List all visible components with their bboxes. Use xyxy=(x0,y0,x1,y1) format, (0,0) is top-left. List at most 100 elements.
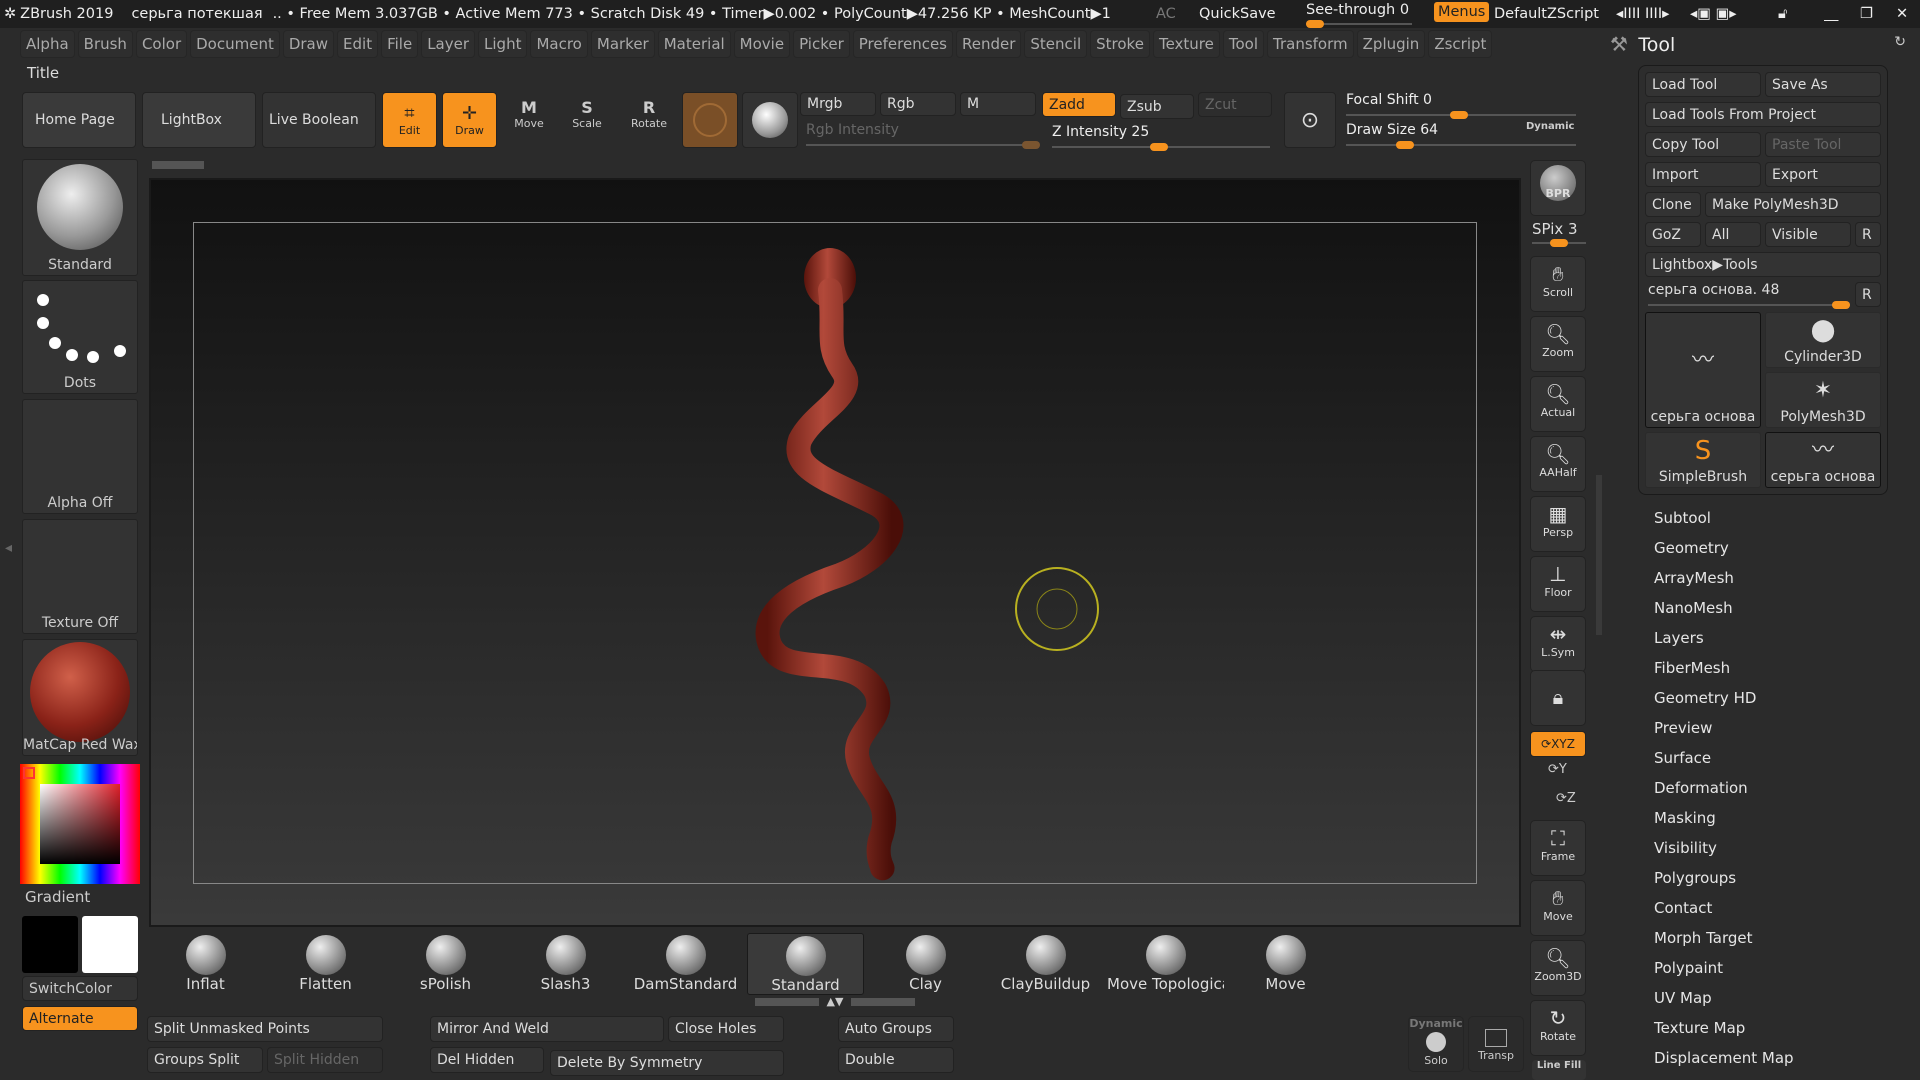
goz-r-button[interactable]: R xyxy=(1855,222,1881,247)
brush-label: Slash3 xyxy=(540,975,591,993)
tool-thumb-серьга-основа[interactable]: 〰 серьга основа xyxy=(1765,432,1881,488)
rotate-y-icon[interactable]: ⟳Y xyxy=(1548,762,1567,777)
tool-thumb-simplebrush[interactable]: S SimpleBrush xyxy=(1645,432,1761,488)
brush-spolish[interactable]: sPolish xyxy=(387,933,504,995)
solo-dynamic-label: Dynamic xyxy=(1409,1017,1463,1030)
goz-all-button[interactable]: All xyxy=(1705,222,1761,247)
brush-clay[interactable]: Clay xyxy=(867,933,984,995)
mesh-icon: 〰 xyxy=(1691,348,1714,373)
goz-visible-button[interactable]: Visible xyxy=(1765,222,1851,247)
load-tools-from-project-button[interactable]: Load Tools From Project xyxy=(1645,102,1881,127)
solo-button[interactable]: Dynamic Solo xyxy=(1408,1016,1464,1072)
make-polymesh3d-button[interactable]: Make PolyMesh3D xyxy=(1705,192,1881,217)
paste-tool-button[interactable]: Paste Tool xyxy=(1765,132,1881,157)
zoom3d-button[interactable]: 🔍︎ Zoom3D xyxy=(1530,940,1586,996)
aahalf-button[interactable]: 🔍︎ AAHalf xyxy=(1530,436,1586,492)
copy-tool-button[interactable]: Copy Tool xyxy=(1645,132,1761,157)
earring-mesh[interactable] xyxy=(0,0,1920,1080)
line-fill-button[interactable]: Line Fill xyxy=(1532,1060,1586,1080)
tool-menu-uv-map[interactable]: UV Map xyxy=(1654,989,1712,1007)
rotate-3d-icon: ↻ xyxy=(1549,1006,1567,1030)
lsym-label: L.Sym xyxy=(1541,646,1575,659)
scroll-icon: ✋︎ xyxy=(1552,262,1564,286)
tool-menu-geometry-hd[interactable]: Geometry HD xyxy=(1654,689,1756,707)
close-holes-button[interactable]: Close Holes xyxy=(668,1016,784,1042)
del-hidden-button[interactable]: Del Hidden xyxy=(430,1047,544,1073)
aahalf-icon: 🔍︎ xyxy=(1545,442,1571,466)
tool-menu-nanomesh[interactable]: NanoMesh xyxy=(1654,599,1733,617)
brush-slash3[interactable]: Slash3 xyxy=(507,933,624,995)
frame-icon: ⛶ xyxy=(1551,826,1565,850)
split-hidden-button[interactable]: Split Hidden xyxy=(267,1047,383,1073)
current-tool-slider[interactable]: серьга основа. 48 xyxy=(1648,282,1850,309)
groups-split-button[interactable]: Groups Split xyxy=(147,1047,263,1073)
tool-menu-masking[interactable]: Masking xyxy=(1654,809,1716,827)
brush-move[interactable]: Move xyxy=(1227,933,1344,995)
tool-menu-arraymesh[interactable]: ArrayMesh xyxy=(1654,569,1734,587)
spix-slider[interactable]: SPix 3 xyxy=(1532,220,1588,247)
transp-button[interactable]: Transp xyxy=(1468,1016,1524,1072)
brush-move-topologica[interactable]: Move Topologica xyxy=(1107,933,1224,995)
double-button[interactable]: Double xyxy=(838,1047,954,1073)
brush-inflat[interactable]: Inflat xyxy=(147,933,264,995)
auto-groups-button[interactable]: Auto Groups xyxy=(838,1016,954,1042)
claybuildup-brush-icon xyxy=(1025,935,1066,975)
transp-icon xyxy=(1485,1029,1507,1047)
bpr-button[interactable]: BPR xyxy=(1530,160,1586,216)
current-tool-r-button[interactable]: R xyxy=(1855,282,1881,307)
load-tool-button[interactable]: Load Tool xyxy=(1645,72,1761,97)
shelf-scroll-arrows[interactable]: ▲▼ xyxy=(755,996,915,1007)
tool-menu-surface[interactable]: Surface xyxy=(1654,749,1711,767)
tool-menu-texture-map[interactable]: Texture Map xyxy=(1654,1019,1745,1037)
tool-thumb-label: серьга основа xyxy=(1770,469,1876,485)
tool-menu-deformation[interactable]: Deformation xyxy=(1654,779,1748,797)
slash3-brush-icon xyxy=(545,935,586,975)
mirror-and-weld-button[interactable]: Mirror And Weld xyxy=(430,1016,664,1042)
brush-damstandard[interactable]: DamStandard xyxy=(627,933,744,995)
rotate-xyz-button[interactable]: ⟳ XYZ xyxy=(1530,731,1586,757)
tool-menu-morph-target[interactable]: Morph Target xyxy=(1654,929,1753,947)
floor-button[interactable]: ⊥ Floor xyxy=(1530,556,1586,612)
tool-menu-geometry[interactable]: Geometry xyxy=(1654,539,1729,557)
brush-label: Move Topologica xyxy=(1107,975,1224,993)
brush-label: Standard xyxy=(771,976,840,994)
xyz-label: XYZ xyxy=(1551,737,1575,751)
move-3d-button[interactable]: ✋︎ Move xyxy=(1530,880,1586,936)
tool-thumb-cylinder3d[interactable]: ⬤ Cylinder3D xyxy=(1765,312,1881,368)
split-unmasked-points-button[interactable]: Split Unmasked Points xyxy=(147,1016,383,1042)
persp-button[interactable]: ▦ Persp xyxy=(1530,496,1586,552)
tool-panel-box xyxy=(1638,65,1888,495)
lightbox-tools-button[interactable]: Lightbox▶Tools xyxy=(1645,252,1881,277)
camera-lock-button[interactable]: 🔒︎ xyxy=(1530,670,1586,726)
tool-thumb-серьга-основа[interactable]: 〰 серьга основа xyxy=(1645,312,1761,428)
import-button[interactable]: Import xyxy=(1645,162,1761,187)
tool-menu-contact[interactable]: Contact xyxy=(1654,899,1712,917)
tool-menu-visibility[interactable]: Visibility xyxy=(1654,839,1717,857)
tool-menu-layers[interactable]: Layers xyxy=(1654,629,1704,647)
zoom-button[interactable]: 🔍︎ Zoom xyxy=(1530,316,1586,372)
rotate-3d-button[interactable]: ↻ Rotate xyxy=(1530,1000,1586,1056)
tool-thumb-label: Cylinder3D xyxy=(1784,349,1862,365)
tool-menu-polygroups[interactable]: Polygroups xyxy=(1654,869,1736,887)
tool-menu-polypaint[interactable]: Polypaint xyxy=(1654,959,1723,977)
actual-label: Actual xyxy=(1540,406,1576,419)
frame-button[interactable]: ⛶ Frame xyxy=(1530,820,1586,876)
lsym-button[interactable]: ⇹ L.Sym xyxy=(1530,616,1586,672)
tool-menu-preview[interactable]: Preview xyxy=(1654,719,1712,737)
tool-thumb-polymesh3d[interactable]: ✶ PolyMesh3D xyxy=(1765,372,1881,428)
scroll-button[interactable]: ✋︎ Scroll xyxy=(1530,256,1586,312)
save-as-button[interactable]: Save As xyxy=(1765,72,1881,97)
goz-button[interactable]: GoZ xyxy=(1645,222,1701,247)
rotate-z-icon[interactable]: ⟳Z xyxy=(1556,791,1576,806)
brush-flatten[interactable]: Flatten xyxy=(267,933,384,995)
tool-menu-displacement-map[interactable]: Displacement Map xyxy=(1654,1049,1794,1067)
brush-standard[interactable]: Standard xyxy=(747,933,864,995)
tool-menu-subtool[interactable]: Subtool xyxy=(1654,509,1711,527)
tool-menu-fibermesh[interactable]: FiberMesh xyxy=(1654,659,1730,677)
export-button[interactable]: Export xyxy=(1765,162,1881,187)
right-tray-scroll[interactable] xyxy=(1596,475,1602,635)
brush-claybuildup[interactable]: ClayBuildup xyxy=(987,933,1104,995)
actual-button[interactable]: 🔍︎ Actual xyxy=(1530,376,1586,432)
delete-by-symmetry-button[interactable]: Delete By Symmetry xyxy=(550,1050,784,1076)
clone-button[interactable]: Clone xyxy=(1645,192,1701,217)
